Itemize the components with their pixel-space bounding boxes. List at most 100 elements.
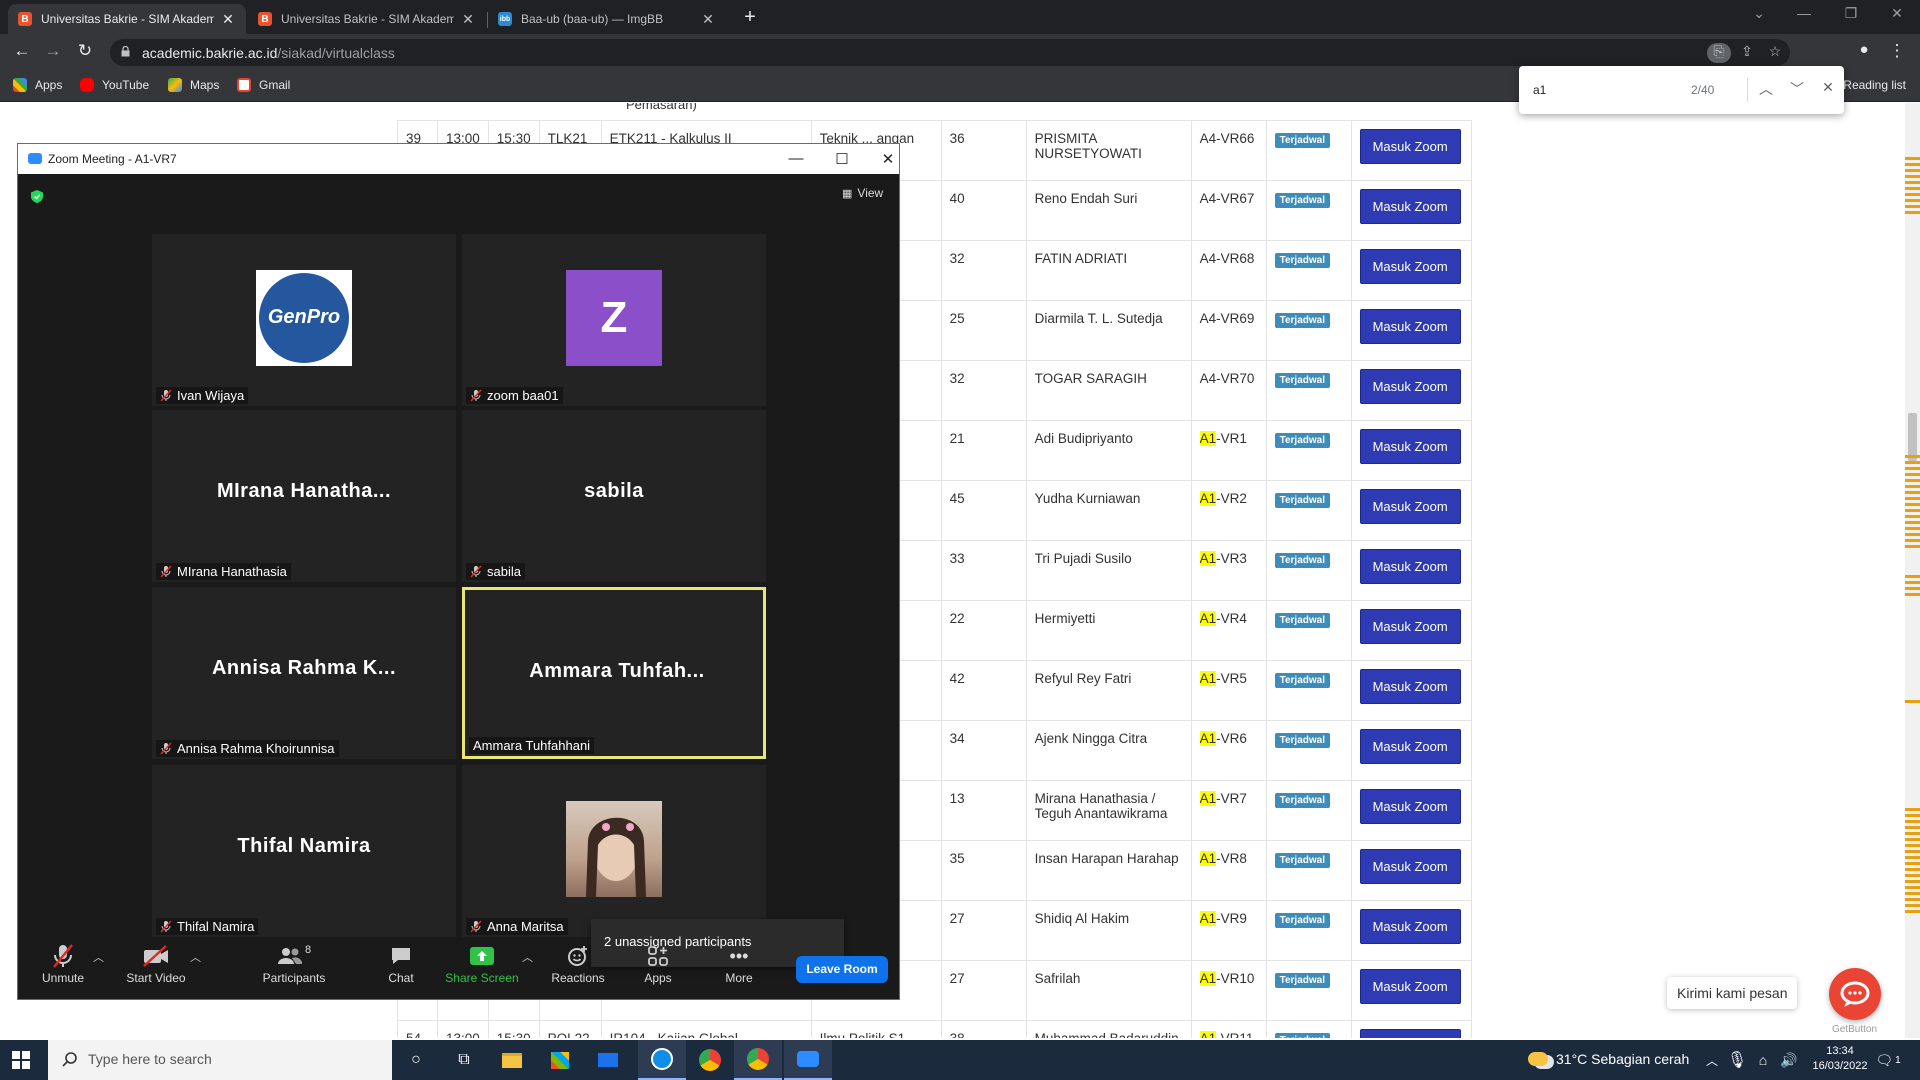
tab-sim-akademik-1[interactable]: B Universitas Bakrie - SIM Akademi ✕ (8, 4, 246, 34)
zoom-app-icon[interactable] (784, 1040, 832, 1080)
share-screen-button[interactable]: Share Screen (442, 941, 522, 985)
participant-tile[interactable]: Anna Maritsa (462, 765, 766, 937)
menu-kebab-icon[interactable]: ⋮ (1886, 41, 1908, 61)
page-action-icon[interactable]: ⎘ (1707, 43, 1731, 63)
reactions-button[interactable]: Reactions (538, 941, 618, 985)
participant-tile[interactable]: Ammara Tuhfah... Ammara Tuhfahhani (462, 587, 766, 759)
cell-lecturer: Adi Budipriyanto (1025, 420, 1192, 481)
tab-sim-akademik-2[interactable]: B Universitas Bakrie - SIM Akadem ✕ (248, 4, 486, 34)
security-shield-icon[interactable] (31, 190, 43, 203)
close-icon[interactable]: ✕ (874, 150, 902, 168)
masuk-zoom-button[interactable]: Masuk Zoom (1359, 429, 1461, 464)
windows-start-icon[interactable] (12, 1051, 30, 1069)
leave-room-button[interactable]: Leave Room (796, 956, 888, 983)
tab-imgbb[interactable]: ibb Baa-ub (baa-ub) — ImgBB ✕ (488, 4, 726, 34)
masuk-zoom-button[interactable]: Masuk Zoom (1359, 309, 1461, 344)
masuk-zoom-button[interactable]: Masuk Zoom (1359, 129, 1461, 164)
taskbar-search-box[interactable]: Type here to search (48, 1040, 392, 1080)
reactions-label: Reactions (551, 971, 605, 985)
bookmark-youtube[interactable]: YouTube (80, 78, 149, 92)
file-explorer-icon[interactable] (488, 1040, 536, 1080)
chrome-icon[interactable] (686, 1040, 734, 1080)
masuk-zoom-button[interactable]: Masuk Zoom (1359, 369, 1461, 404)
close-window-icon[interactable]: ✕ (1882, 5, 1912, 22)
find-highlight: A1 (1199, 431, 1217, 446)
start-video-button[interactable]: Start Video (116, 941, 196, 985)
taskbar-clock[interactable]: 13:34 16/03/2022 (1812, 1044, 1868, 1074)
new-tab-button[interactable]: + (738, 6, 762, 29)
participant-tile[interactable]: Zzoom baa01 (462, 234, 766, 406)
microphone-icon[interactable]: 🎙 (1724, 1040, 1750, 1080)
masuk-zoom-button[interactable]: Masuk Zoom (1359, 969, 1461, 1004)
chat-widget-button[interactable] (1829, 968, 1881, 1020)
search-icon (62, 1052, 77, 1067)
masuk-zoom-button[interactable]: Masuk Zoom (1359, 789, 1461, 824)
minimize-icon[interactable]: — (782, 150, 810, 167)
more-button[interactable]: ••• More (699, 941, 779, 986)
cortana-icon[interactable]: ○ (392, 1040, 440, 1080)
restore-icon[interactable]: ❐ (1836, 5, 1866, 22)
close-icon[interactable]: ✕ (220, 11, 236, 28)
masuk-zoom-button[interactable]: Masuk Zoom (1359, 549, 1461, 584)
masuk-zoom-button[interactable]: Masuk Zoom (1359, 489, 1461, 524)
close-icon[interactable]: ✕ (460, 11, 476, 28)
task-view-icon[interactable]: ⧉ (440, 1040, 488, 1080)
reading-list[interactable]: Reading list (1843, 78, 1906, 92)
microsoft-store-icon[interactable] (536, 1040, 584, 1080)
find-input[interactable]: a1 (1533, 83, 1546, 97)
masuk-zoom-button[interactable]: Masuk Zoom (1359, 909, 1461, 944)
participant-tile[interactable]: GenPro Ivan Wijaya (152, 234, 456, 406)
participant-tile[interactable]: MIrana Hanatha... MIrana Hanathasia (152, 410, 456, 582)
share-options-caret[interactable]: ︿ (522, 949, 533, 965)
volume-icon[interactable]: 🔊 (1776, 1040, 1802, 1080)
bookmark-apps[interactable]: Apps (13, 78, 62, 92)
chevron-down-icon[interactable]: ﹀ (1787, 79, 1807, 99)
bookmark-maps[interactable]: Maps (168, 78, 219, 92)
mail-icon[interactable] (584, 1040, 632, 1080)
masuk-zoom-button[interactable]: Masuk Zoom (1359, 669, 1461, 704)
chrome-profile-icon[interactable] (734, 1040, 782, 1080)
notifications-icon[interactable]: 🗨 1 (1868, 1040, 1908, 1080)
cell-action: Masuk Zoom (1350, 1020, 1472, 1038)
find-match-marker (1905, 886, 1920, 889)
participant-tile[interactable]: sabila sabila (462, 410, 766, 582)
video-options-caret[interactable]: ︿ (190, 949, 201, 965)
profile-avatar-icon[interactable]: ● (1853, 41, 1875, 58)
apps-button[interactable]: Apps (618, 941, 698, 985)
minimize-icon[interactable]: — (1789, 5, 1819, 21)
maximize-icon[interactable]: ☐ (828, 150, 856, 168)
tab-search-icon[interactable]: ⌄ (1744, 5, 1774, 22)
masuk-zoom-button[interactable]: Masuk Zoom (1359, 249, 1461, 284)
chat-button[interactable]: Chat (361, 941, 441, 985)
audio-options-caret[interactable]: ︿ (93, 949, 104, 965)
find-highlight: A1 (1199, 611, 1217, 626)
address-bar[interactable]: academic.bakrie.ac.id/siakad/virtualclas… (110, 39, 1790, 66)
bookmark-gmail[interactable]: Gmail (237, 78, 290, 92)
view-button[interactable]: ▦ View (842, 186, 883, 200)
masuk-zoom-button[interactable]: Masuk Zoom (1359, 609, 1461, 644)
masuk-zoom-button[interactable]: Masuk Zoom (1359, 189, 1461, 224)
forward-arrow-icon[interactable]: → (42, 41, 64, 61)
room-code: -VR9 (1216, 911, 1247, 926)
chat-widget-bubble[interactable]: Kirimi kami pesan (1667, 977, 1797, 1009)
participant-tile[interactable]: Annisa Rahma K... Annisa Rahma Khoirunnis… (152, 587, 456, 759)
share-icon[interactable]: ⇪ (1735, 43, 1759, 63)
masuk-zoom-button[interactable]: Masuk Zoom (1359, 729, 1461, 764)
close-icon[interactable]: ✕ (1818, 79, 1838, 96)
participants-button[interactable]: 8 Participants (254, 941, 334, 985)
unmute-button[interactable]: Unmute (23, 941, 103, 985)
close-icon[interactable]: ✕ (700, 11, 716, 28)
masuk-zoom-button[interactable]: Masuk Zoom (1359, 849, 1461, 884)
muted-mic-icon (160, 742, 172, 755)
show-hidden-icons-caret[interactable]: ︿ (1700, 1040, 1724, 1080)
network-icon[interactable]: ⌂ (1750, 1040, 1776, 1080)
scrollbar-thumb[interactable] (1908, 413, 1917, 461)
participant-tile[interactable]: Thifal Namira Thifal Namira (152, 765, 456, 937)
teamviewer-icon[interactable] (638, 1040, 686, 1080)
weather-widget[interactable]: 31°C Sebagian cerah (1528, 1051, 1689, 1067)
bookmark-star-icon[interactable]: ☆ (1763, 43, 1787, 63)
back-arrow-icon[interactable]: ← (11, 41, 33, 61)
reload-icon[interactable]: ↻ (74, 41, 96, 61)
chevron-up-icon[interactable]: ︿ (1756, 79, 1776, 99)
masuk-zoom-button[interactable]: Masuk Zoom (1359, 1029, 1461, 1038)
